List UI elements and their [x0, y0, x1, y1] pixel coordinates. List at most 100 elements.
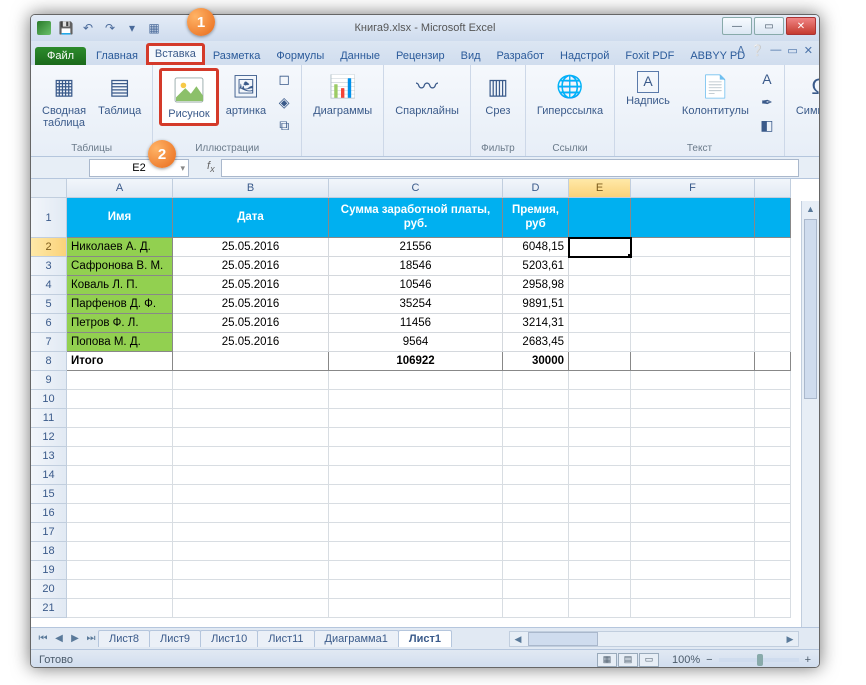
- cell[interactable]: [173, 447, 329, 466]
- cell[interactable]: [173, 485, 329, 504]
- cell[interactable]: 2958,98: [503, 276, 569, 295]
- cell[interactable]: [173, 542, 329, 561]
- cell[interactable]: 25.05.2016: [173, 257, 329, 276]
- table-button[interactable]: ▤Таблица: [93, 68, 146, 120]
- cell[interactable]: [631, 295, 755, 314]
- cell[interactable]: Сафронова В. М.: [67, 257, 173, 276]
- cell[interactable]: [67, 542, 173, 561]
- cell[interactable]: 5203,61: [503, 257, 569, 276]
- cell[interactable]: [173, 561, 329, 580]
- cell[interactable]: [569, 390, 631, 409]
- cell[interactable]: [329, 390, 503, 409]
- cell[interactable]: [503, 371, 569, 390]
- cell[interactable]: [329, 504, 503, 523]
- row-header[interactable]: 19: [31, 561, 67, 580]
- cell[interactable]: [173, 409, 329, 428]
- sheet-tab[interactable]: Диаграмма1: [314, 630, 399, 647]
- cell[interactable]: Итого: [67, 352, 173, 371]
- cell[interactable]: [329, 542, 503, 561]
- symbols-button[interactable]: ΩСимволы: [791, 68, 820, 120]
- tab-insert[interactable]: Вставка: [146, 43, 205, 65]
- cell[interactable]: [755, 314, 791, 333]
- workbook-min-icon[interactable]: —: [770, 44, 781, 57]
- row-header[interactable]: 17: [31, 523, 67, 542]
- cell[interactable]: [569, 409, 631, 428]
- vertical-scrollbar[interactable]: ▲ ▼: [801, 201, 819, 647]
- cell[interactable]: [569, 485, 631, 504]
- cell[interactable]: [755, 198, 791, 238]
- cell[interactable]: [67, 466, 173, 485]
- cell[interactable]: [67, 561, 173, 580]
- tab-view[interactable]: Вид: [453, 47, 489, 65]
- row-header[interactable]: 3: [31, 257, 67, 276]
- cell[interactable]: 9891,51: [503, 295, 569, 314]
- col-header[interactable]: B: [173, 179, 329, 198]
- cell[interactable]: 9564: [329, 333, 503, 352]
- minimize-ribbon-icon[interactable]: ᐱ: [737, 44, 745, 57]
- hyperlink-button[interactable]: 🌐Гиперссылка: [532, 68, 608, 120]
- cell[interactable]: [67, 428, 173, 447]
- col-header[interactable]: F: [631, 179, 755, 198]
- tab-addins[interactable]: Надстрой: [552, 47, 617, 65]
- cell[interactable]: [173, 428, 329, 447]
- cell[interactable]: 35254: [329, 295, 503, 314]
- cell[interactable]: [67, 523, 173, 542]
- cell[interactable]: [173, 466, 329, 485]
- cell[interactable]: [755, 580, 791, 599]
- cell[interactable]: [755, 276, 791, 295]
- tab-foxit[interactable]: Foxit PDF: [617, 47, 682, 65]
- save-icon[interactable]: 💾: [57, 19, 75, 37]
- cell[interactable]: [67, 390, 173, 409]
- cell[interactable]: [631, 428, 755, 447]
- row-header[interactable]: 4: [31, 276, 67, 295]
- qat-more-icon[interactable]: ▾: [123, 19, 141, 37]
- row-header[interactable]: 13: [31, 447, 67, 466]
- spreadsheet-grid[interactable]: A B C D E F 1ИмяДатаСумма заработной пла…: [31, 179, 819, 627]
- scroll-left-icon[interactable]: ◀: [510, 632, 526, 646]
- cell[interactable]: [569, 333, 631, 352]
- cell[interactable]: Имя: [67, 198, 173, 238]
- zoom-level[interactable]: 100%: [672, 654, 700, 666]
- cell[interactable]: [755, 238, 791, 257]
- cell[interactable]: [631, 238, 755, 257]
- clipart-button[interactable]: 🖼артинка: [221, 68, 271, 120]
- cell[interactable]: [631, 542, 755, 561]
- cell[interactable]: [569, 447, 631, 466]
- col-header[interactable]: C: [329, 179, 503, 198]
- headerfooter-button[interactable]: 📄Колонтитулы: [677, 68, 754, 120]
- cell[interactable]: [755, 409, 791, 428]
- cell[interactable]: [173, 599, 329, 618]
- cell[interactable]: 11456: [329, 314, 503, 333]
- tab-data[interactable]: Данные: [332, 47, 388, 65]
- object-icon[interactable]: ◧: [756, 114, 778, 136]
- cell[interactable]: [631, 314, 755, 333]
- cell[interactable]: [755, 295, 791, 314]
- cell[interactable]: [631, 523, 755, 542]
- cell[interactable]: [329, 428, 503, 447]
- cell[interactable]: [67, 409, 173, 428]
- cell[interactable]: [569, 238, 631, 257]
- cell[interactable]: [755, 257, 791, 276]
- slicer-button[interactable]: ▥Срез: [477, 68, 519, 120]
- cell[interactable]: [503, 523, 569, 542]
- tab-dev[interactable]: Разработ: [489, 47, 552, 65]
- textbox-button[interactable]: AНадпись: [621, 68, 675, 110]
- cell[interactable]: [631, 390, 755, 409]
- row-header[interactable]: 7: [31, 333, 67, 352]
- close-button[interactable]: ✕: [786, 17, 816, 35]
- view-layout-icon[interactable]: ▤: [618, 653, 638, 667]
- cell[interactable]: [503, 542, 569, 561]
- row-header[interactable]: 1: [31, 198, 67, 238]
- cell[interactable]: [173, 371, 329, 390]
- cell[interactable]: [329, 523, 503, 542]
- minimize-button[interactable]: —: [722, 17, 752, 35]
- tab-layout[interactable]: Разметка: [205, 47, 269, 65]
- scroll-right-icon[interactable]: ▶: [782, 632, 798, 646]
- cell[interactable]: [755, 599, 791, 618]
- cell[interactable]: [569, 371, 631, 390]
- cell[interactable]: [631, 257, 755, 276]
- zoom-slider[interactable]: [719, 658, 799, 662]
- signature-icon[interactable]: ✒: [756, 91, 778, 113]
- cell[interactable]: 30000: [503, 352, 569, 371]
- wordart-icon[interactable]: A: [756, 68, 778, 90]
